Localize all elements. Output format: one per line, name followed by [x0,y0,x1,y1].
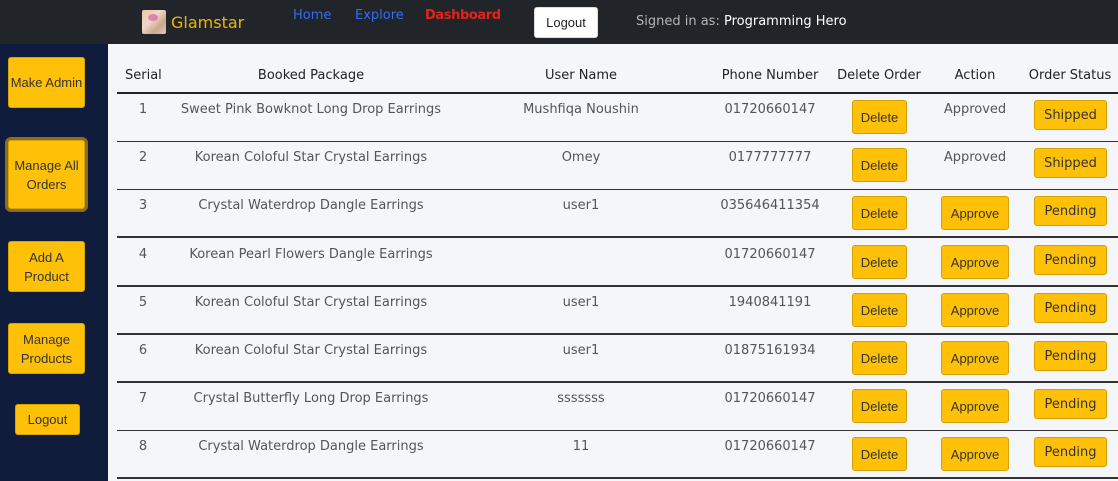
table-row: 8 Crystal Waterdrop Dangle Earrings 11 0… [117,431,1118,479]
cell-booked-package: Sweet Pink Bowknot Long Drop Earrings [180,102,442,117]
cell-booked-package: Crystal Waterdrop Dangle Earrings [198,198,424,213]
cell-serial: 8 [138,439,148,454]
cell-user-name: user1 [562,198,600,213]
navbar-logout-button[interactable]: Logout [534,7,598,38]
approve-button[interactable]: Approve [941,293,1009,327]
sidebar-make-admin-button[interactable]: Make Admin [8,57,85,108]
table-row: 2 Korean Coloful Star Crystal Earrings O… [117,142,1118,190]
cell-serial: 5 [138,295,148,310]
nav-link-home[interactable]: Home [293,8,331,23]
brand-name: Glamstar [171,12,245,32]
order-status-badge: Pending [1034,293,1107,323]
brand-logo-icon [142,10,166,34]
sidebar: Make Admin Manage All Orders Add A Produ… [0,44,108,481]
cell-user-name: sssssss [557,391,605,406]
cell-phone-number: 01875161934 [724,343,816,358]
signed-in-prefix: Signed in as: [636,14,720,29]
cell-booked-package: Korean Coloful Star Crystal Earrings [194,343,428,358]
cell-booked-package: Crystal Butterfly Long Drop Earrings [193,391,429,406]
sidebar-manage-all-orders-button[interactable]: Manage All Orders [8,140,85,209]
column-header-booked-package: Booked Package [257,68,365,83]
cell-user-name: Omey [561,150,601,165]
signed-in-status: Signed in as: Programming Hero [636,14,847,29]
cell-phone-number: 01720660147 [724,439,816,454]
cell-serial: 3 [138,198,148,213]
delete-order-button[interactable]: Delete [852,245,907,279]
order-status-badge: Shipped [1034,100,1107,130]
cell-phone-number: 01720660147 [724,102,816,117]
cell-booked-package: Crystal Waterdrop Dangle Earrings [198,439,424,454]
cell-user-name: user1 [562,295,600,310]
table-row: 4 Korean Pearl Flowers Dangle Earrings 0… [117,239,1118,287]
cell-serial: 1 [138,102,148,117]
approve-button[interactable]: Approve [941,245,1009,279]
delete-order-button[interactable]: Delete [852,437,907,471]
approve-button[interactable]: Approve [941,341,1009,375]
nav-link-dashboard[interactable]: Dashboard [425,8,501,23]
order-status-badge: Pending [1034,341,1107,371]
delete-order-button[interactable]: Delete [852,196,907,230]
column-header-action: Action [954,68,996,83]
cell-serial: 2 [138,150,148,165]
delete-order-button[interactable]: Delete [852,389,907,423]
sidebar-logout-button[interactable]: Logout [15,404,80,435]
cell-serial: 4 [138,247,148,262]
order-status-badge: Pending [1034,196,1107,226]
cell-user-name: 11 [572,439,590,454]
sidebar-add-product-button[interactable]: Add A Product [8,241,85,292]
action-status-text: Approved [943,102,1007,117]
cell-booked-package: Korean Coloful Star Crystal Earrings [194,150,428,165]
delete-order-button[interactable]: Delete [852,293,907,327]
order-status-badge: Pending [1034,437,1107,467]
order-status-badge: Shipped [1034,148,1107,178]
cell-phone-number: 01720660147 [724,247,816,262]
column-header-user-name: User Name [544,68,618,83]
delete-order-button[interactable]: Delete [852,341,907,375]
cell-booked-package: Korean Pearl Flowers Dangle Earrings [189,247,433,262]
order-status-badge: Pending [1034,245,1107,275]
table-row: 1 Sweet Pink Bowknot Long Drop Earrings … [117,94,1118,142]
cell-phone-number: 1940841191 [728,295,812,310]
nav-link-explore[interactable]: Explore [355,8,404,23]
column-header-serial: Serial [125,68,162,83]
order-status-badge: Pending [1034,389,1107,419]
cell-serial: 7 [138,391,148,406]
table-row: 5 Korean Coloful Star Crystal Earrings u… [117,287,1118,335]
cell-booked-package: Korean Coloful Star Crystal Earrings [194,295,428,310]
table-row: 7 Crystal Butterfly Long Drop Earrings s… [117,383,1118,431]
column-header-order-status: Order Status [1028,68,1112,83]
column-header-phone-number: Phone Number [721,68,819,83]
cell-user-name: user1 [562,343,600,358]
column-header-delete-order: Delete Order [837,68,921,83]
approve-button[interactable]: Approve [941,389,1009,423]
cell-phone-number: 01720660147 [724,391,816,406]
approve-button[interactable]: Approve [941,196,1009,230]
cell-serial: 6 [138,343,148,358]
delete-order-button[interactable]: Delete [852,100,907,134]
action-status-text: Approved [943,150,1007,165]
table-row: 3 Crystal Waterdrop Dangle Earrings user… [117,190,1118,238]
brand[interactable]: Glamstar [142,10,244,34]
approve-button[interactable]: Approve [941,437,1009,471]
sidebar-manage-products-button[interactable]: Manage Products [8,323,85,374]
signed-in-user: Programming Hero [723,14,847,29]
table-header-row: Serial Booked Package User Name Phone Nu… [117,62,1118,94]
cell-user-name: Mushfiqa Noushin [523,102,639,117]
table-row: 6 Korean Coloful Star Crystal Earrings u… [117,335,1118,383]
cell-phone-number: 035646411354 [720,198,820,213]
top-navbar: Glamstar Home Explore Dashboard Logout S… [0,0,1118,44]
cell-phone-number: 0177777777 [728,150,812,165]
delete-order-button[interactable]: Delete [852,148,907,182]
